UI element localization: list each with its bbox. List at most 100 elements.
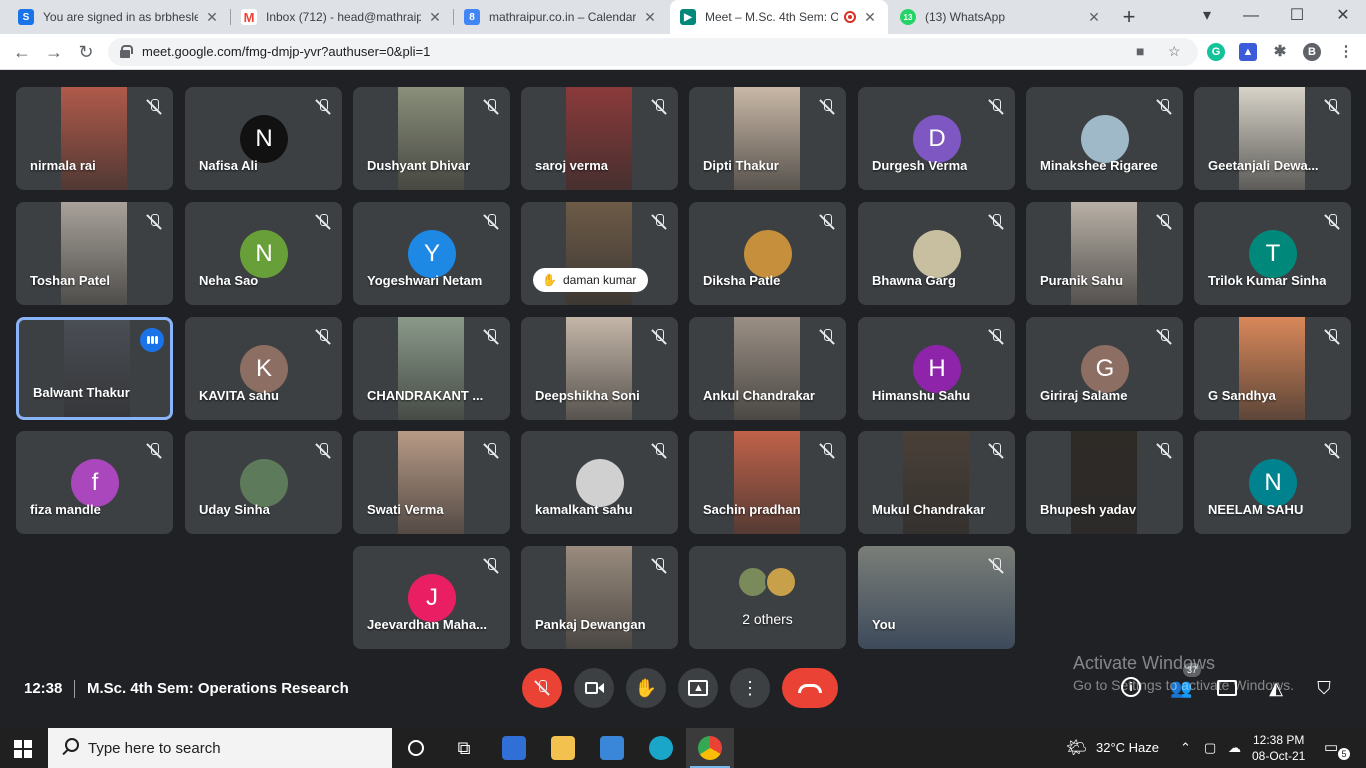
close-tab-icon[interactable]: ✕ bbox=[1086, 9, 1102, 26]
participant-name: fiza mandle bbox=[30, 502, 101, 517]
participant-tile[interactable]: Swati Verma bbox=[353, 431, 510, 534]
participant-tile[interactable]: saroj verma bbox=[521, 87, 678, 190]
taskbar-app-store[interactable] bbox=[588, 728, 636, 768]
start-button[interactable] bbox=[14, 740, 32, 758]
mic-off-icon bbox=[820, 329, 834, 345]
forward-button[interactable]: → bbox=[42, 41, 66, 63]
participant-tile[interactable]: N NEELAM SAHU bbox=[1194, 431, 1351, 534]
tray-chevron-up-icon[interactable]: ⌃ bbox=[1180, 740, 1191, 756]
close-tab-icon[interactable]: ✕ bbox=[642, 9, 658, 26]
participant-tile[interactable]: Bhupesh yadav bbox=[1026, 431, 1183, 534]
browser-menu-icon[interactable]: ⋮ bbox=[1337, 43, 1355, 61]
participant-tile[interactable]: K KAVITA sahu bbox=[185, 317, 342, 420]
participant-tile[interactable]: ✋ daman kumar bbox=[521, 202, 678, 305]
tab-title: Meet – M.Sc. 4th Sem: Op bbox=[705, 10, 838, 24]
notification-center-icon[interactable]: ▭ bbox=[1324, 738, 1338, 756]
bookmark-star-icon[interactable]: ☆ bbox=[1168, 43, 1181, 60]
participant-tile[interactable]: Sachin pradhan bbox=[689, 431, 846, 534]
task-view-button[interactable]: ⧉ bbox=[452, 736, 476, 760]
tab-meet[interactable]: ▶ Meet – M.Sc. 4th Sem: Op ✕ bbox=[670, 0, 888, 34]
url-bar[interactable]: meet.google.com/fmg-dmjp-yvr?authuser=0&… bbox=[108, 38, 1198, 66]
cloud-icon[interactable]: ☁ bbox=[1228, 740, 1241, 756]
participant-name: Dushyant Dhivar bbox=[367, 158, 471, 173]
participant-tile[interactable]: CHANDRAKANT ... bbox=[353, 317, 510, 420]
present-screen-button[interactable]: ▲ bbox=[678, 668, 718, 708]
tab-title: mathraipur.co.in – Calendar - bbox=[489, 10, 636, 24]
camera-permission-icon[interactable]: ■ bbox=[1136, 43, 1144, 59]
taskbar-search-box[interactable]: Type here to search bbox=[48, 728, 392, 768]
participant-tile[interactable]: kamalkant sahu bbox=[521, 431, 678, 534]
participant-tile[interactable]: Mukul Chandrakar bbox=[858, 431, 1015, 534]
close-tab-icon[interactable]: ✕ bbox=[862, 9, 878, 26]
participant-tile[interactable]: J Jeevardhan Maha... bbox=[353, 546, 510, 649]
graduation-cap-extension-icon[interactable]: ▲ bbox=[1239, 43, 1257, 61]
mic-off-icon bbox=[484, 443, 498, 459]
participant-video bbox=[61, 202, 127, 305]
participant-tile[interactable]: Uday Sinha bbox=[185, 431, 342, 534]
participant-tile[interactable]: You bbox=[858, 546, 1015, 649]
participant-name: Sachin pradhan bbox=[703, 502, 801, 517]
taskbar-clock[interactable]: 12:38 PM 08-Oct-21 bbox=[1252, 732, 1305, 764]
raise-hand-button[interactable]: ✋ bbox=[626, 668, 666, 708]
close-tab-icon[interactable]: ✕ bbox=[427, 9, 443, 26]
tab-search-icon[interactable]: ▾ bbox=[1184, 0, 1230, 34]
taskbar-app-chrome[interactable] bbox=[686, 728, 734, 768]
leave-call-button[interactable] bbox=[782, 668, 838, 708]
participant-tile[interactable]: H Himanshu Sahu bbox=[858, 317, 1015, 420]
camera-toggle-button[interactable] bbox=[574, 668, 614, 708]
cortana-button[interactable] bbox=[404, 736, 428, 760]
mic-off-icon bbox=[484, 99, 498, 115]
puzzle-extensions-icon[interactable]: ✱ bbox=[1271, 43, 1289, 61]
participant-tile[interactable]: T Trilok Kumar Sinha bbox=[1194, 202, 1351, 305]
participant-tile[interactable]: Toshan Patel bbox=[16, 202, 173, 305]
maximize-button[interactable]: ☐ bbox=[1274, 0, 1320, 34]
tab-signed-in[interactable]: S You are signed in as brbhesle ✕ bbox=[8, 0, 230, 34]
participant-tile[interactable]: Geetanjali Dewa... bbox=[1194, 87, 1351, 190]
participant-tile[interactable]: D Durgesh Verma bbox=[858, 87, 1015, 190]
weather-sun-icon[interactable]: 🌤 bbox=[1066, 738, 1088, 758]
participant-tile[interactable]: G Sandhya bbox=[1194, 317, 1351, 420]
participant-tile[interactable]: Deepshikha Soni bbox=[521, 317, 678, 420]
grammarly-extension-icon[interactable]: G bbox=[1207, 43, 1225, 61]
mic-off-icon bbox=[820, 443, 834, 459]
taskbar-app-edge[interactable] bbox=[637, 728, 685, 768]
participant-name: Yogeshwari Netam bbox=[367, 273, 483, 288]
tab-calendar[interactable]: 8 mathraipur.co.in – Calendar - ✕ bbox=[454, 0, 668, 34]
participant-tile[interactable]: Minakshee Rigaree bbox=[1026, 87, 1183, 190]
participant-tile[interactable]: G Giriraj Salame bbox=[1026, 317, 1183, 420]
participant-tile[interactable]: Dushyant Dhivar bbox=[353, 87, 510, 190]
back-button[interactable]: ← bbox=[10, 41, 34, 63]
participant-tile[interactable]: nirmala rai bbox=[16, 87, 173, 190]
profile-avatar[interactable]: B bbox=[1303, 43, 1321, 61]
participant-tile[interactable]: Diksha Patle bbox=[689, 202, 846, 305]
participant-tile[interactable]: Dipti Thakur bbox=[689, 87, 846, 190]
mic-off-icon bbox=[316, 99, 330, 115]
taskbar-app-mail[interactable] bbox=[490, 728, 538, 768]
participant-avatar bbox=[576, 459, 624, 507]
close-window-button[interactable]: ✕ bbox=[1320, 0, 1366, 34]
taskbar-app-file-explorer[interactable] bbox=[539, 728, 587, 768]
participant-tile[interactable]: N Neha Sao bbox=[185, 202, 342, 305]
participant-tile[interactable]: 2 others bbox=[689, 546, 846, 649]
host-controls-button[interactable]: ⛉ bbox=[1313, 677, 1335, 699]
participant-tile[interactable]: Bhawna Garg bbox=[858, 202, 1015, 305]
participant-tile[interactable]: N Nafisa Ali bbox=[185, 87, 342, 190]
participant-tile[interactable]: Pankaj Dewangan bbox=[521, 546, 678, 649]
participant-tile[interactable]: f fiza mandle bbox=[16, 431, 173, 534]
close-tab-icon[interactable]: ✕ bbox=[204, 9, 220, 26]
participant-tile[interactable]: Ankul Chandrakar bbox=[689, 317, 846, 420]
more-options-button[interactable]: ⋮ bbox=[730, 668, 770, 708]
weather-text[interactable]: 32°C Haze bbox=[1096, 740, 1159, 755]
new-tab-button[interactable]: + bbox=[1116, 4, 1142, 30]
tab-title: (13) WhatsApp bbox=[925, 10, 1006, 24]
participant-tile[interactable]: Y Yogeshwari Netam bbox=[353, 202, 510, 305]
participant-tile[interactable]: Puranik Sahu bbox=[1026, 202, 1183, 305]
participant-avatar: T bbox=[1249, 230, 1297, 278]
reload-button[interactable]: ↻ bbox=[74, 41, 98, 63]
participant-tile[interactable]: Balwant Thakur bbox=[16, 317, 173, 420]
network-icon[interactable]: ▢ bbox=[1204, 740, 1216, 756]
tab-whatsapp[interactable]: 13 (13) WhatsApp ✕ bbox=[890, 0, 1112, 34]
tab-gmail-inbox[interactable]: M Inbox (712) - head@mathraip ✕ bbox=[231, 0, 453, 34]
mic-toggle-button[interactable] bbox=[522, 668, 562, 708]
minimize-button[interactable]: — bbox=[1228, 0, 1274, 34]
